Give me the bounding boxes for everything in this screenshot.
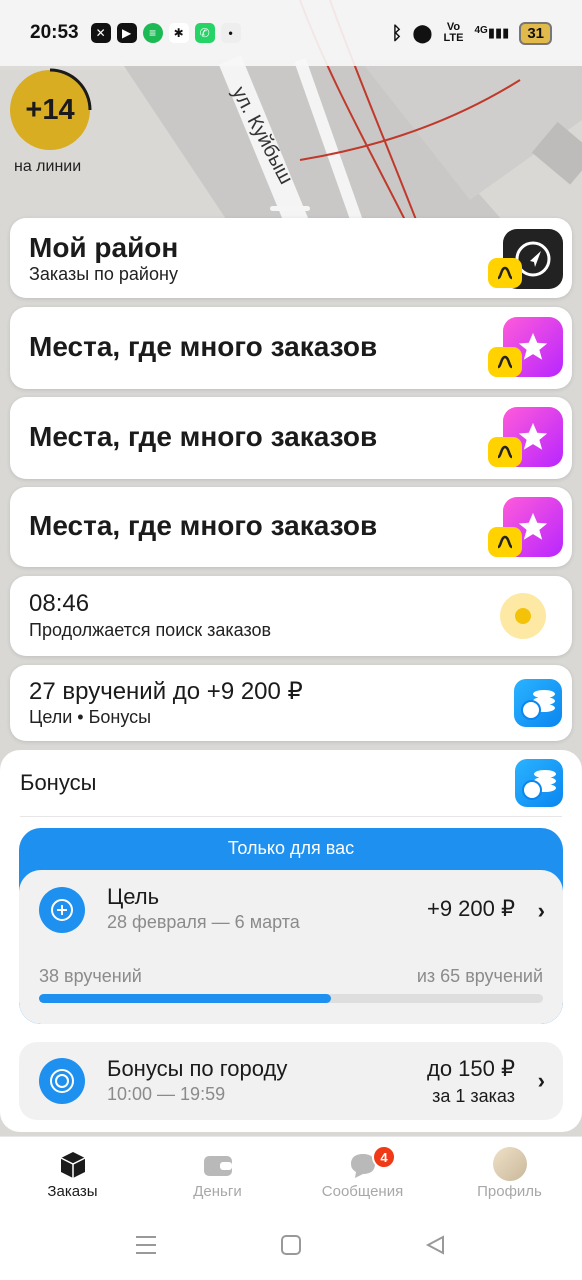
search-timer: 08:46 xyxy=(29,590,90,617)
bluetooth-icon: ᛒ xyxy=(391,22,403,43)
phone-icon: ✆ xyxy=(194,23,215,43)
bottom-nav: Заказы Деньги 4 Сообщения Профиль xyxy=(0,1136,582,1210)
hot-places-card[interactable]: Места, где много заказов xyxy=(10,397,572,479)
progress-total: из 65 вручений xyxy=(416,966,543,986)
signal-icon: 4G▮▮▮ xyxy=(474,25,510,40)
sim-icon: • xyxy=(220,23,241,43)
my-district-card[interactable]: Мой район Заказы по району xyxy=(10,218,572,298)
route-badge-icon xyxy=(488,437,522,467)
status-bar: 20:53 ✕ ▶ ≡ ✱ ✆ • ᛒ ⬤ Vo LTE 4G▮▮▮ 31 xyxy=(0,0,582,66)
route-badge-icon xyxy=(488,258,522,288)
nav-profile-label: Профиль xyxy=(477,1183,542,1200)
hot-places-title: Места, где много заказов xyxy=(29,331,378,362)
order-search-card[interactable]: 08:46 Продолжается поиск заказов xyxy=(10,576,572,656)
signal-label: 4G xyxy=(474,25,488,36)
nav-orders[interactable]: Заказы xyxy=(0,1137,145,1211)
personal-goal-card[interactable]: Только для вас Цель 28 февраля — 6 марта… xyxy=(19,828,563,1024)
notification-icons: ✕ ▶ ≡ ✱ ✆ • xyxy=(90,23,241,43)
slack-icon: ✱ xyxy=(168,23,189,43)
goal-body[interactable]: Цель 28 февраля — 6 марта +9 200 ₽ › 38 … xyxy=(19,870,563,1024)
app-notification-icon: ✕ xyxy=(90,23,111,43)
nav-profile[interactable]: Профиль xyxy=(437,1137,582,1211)
deliveries-goal-card[interactable]: 27 вручений до +9 200 ₽ Цели • Бонусы xyxy=(10,665,572,741)
plus-circle-icon xyxy=(39,887,85,933)
location-icon: ⬤ xyxy=(412,22,433,43)
chevron-right-icon: › xyxy=(537,898,545,923)
goal-progress-bar xyxy=(39,994,543,1003)
deliveries-subtitle: Цели • Бонусы xyxy=(29,707,152,727)
city-bonus-name: Бонусы по городу xyxy=(107,1056,288,1081)
battery-icon: 31 xyxy=(519,21,552,45)
search-status: Продолжается поиск заказов xyxy=(29,620,272,640)
nav-messages[interactable]: 4 Сообщения xyxy=(290,1137,435,1211)
divider xyxy=(20,816,562,817)
city-bonus-card[interactable]: Бонусы по городу 10:00 — 19:59 до 150 ₽ … xyxy=(19,1042,563,1120)
target-circle-icon xyxy=(39,1058,85,1104)
bonuses-sheet: Бонусы Только для вас Цель 28 февраля — … xyxy=(0,750,582,1132)
my-district-subtitle: Заказы по району xyxy=(29,264,178,284)
home-icon[interactable] xyxy=(276,1230,306,1260)
route-badge-icon xyxy=(488,347,522,377)
spotify-icon: ≡ xyxy=(142,23,163,43)
hot-places-card[interactable]: Места, где много заказов xyxy=(10,307,572,389)
youtube-icon: ▶ xyxy=(116,23,137,43)
coins-icon xyxy=(515,759,563,807)
hot-places-title: Места, где много заказов xyxy=(29,510,378,541)
bonuses-title: Бонусы xyxy=(20,770,97,795)
city-bonus-time: 10:00 — 19:59 xyxy=(107,1084,226,1104)
online-count-badge[interactable]: +14 xyxy=(10,70,90,150)
nav-messages-label: Сообщения xyxy=(321,1183,404,1200)
goal-name: Цель xyxy=(107,884,160,909)
wallet-icon xyxy=(203,1156,232,1176)
volte-label: Vo LTE xyxy=(443,21,464,44)
goal-dates: 28 февраля — 6 марта xyxy=(107,912,300,932)
back-icon[interactable] xyxy=(420,1230,450,1260)
nav-orders-label: Заказы xyxy=(47,1183,98,1200)
hot-places-title: Места, где много заказов xyxy=(29,421,378,452)
nav-money[interactable]: Деньги xyxy=(145,1137,290,1211)
status-time: 20:53 xyxy=(30,22,79,43)
chevron-right-icon: › xyxy=(537,1068,545,1093)
goal-header: Только для вас xyxy=(227,838,355,858)
route-badge-icon xyxy=(488,527,522,557)
system-nav-bar xyxy=(0,1210,582,1280)
goal-amount: +9 200 ₽ xyxy=(426,896,515,921)
goal-progress-fill xyxy=(39,994,332,1003)
avatar xyxy=(492,1147,527,1181)
messages-count-badge: 4 xyxy=(372,1145,396,1169)
coins-icon xyxy=(514,679,562,727)
recent-apps-icon[interactable] xyxy=(131,1230,161,1260)
nav-money-label: Деньги xyxy=(193,1183,242,1200)
search-pulse-icon xyxy=(500,593,546,639)
drag-handle[interactable] xyxy=(270,206,310,211)
deliveries-title: 27 вручений до +9 200 ₽ xyxy=(29,678,303,705)
hot-places-card[interactable]: Места, где много заказов xyxy=(10,487,572,567)
progress-done: 38 вручений xyxy=(39,966,142,986)
city-bonus-amount: до 150 ₽ xyxy=(427,1056,515,1081)
box-icon xyxy=(60,1152,85,1178)
online-label: на линии xyxy=(14,158,82,175)
my-district-title: Мой район xyxy=(29,232,179,263)
city-bonus-per: за 1 заказ xyxy=(432,1086,515,1106)
